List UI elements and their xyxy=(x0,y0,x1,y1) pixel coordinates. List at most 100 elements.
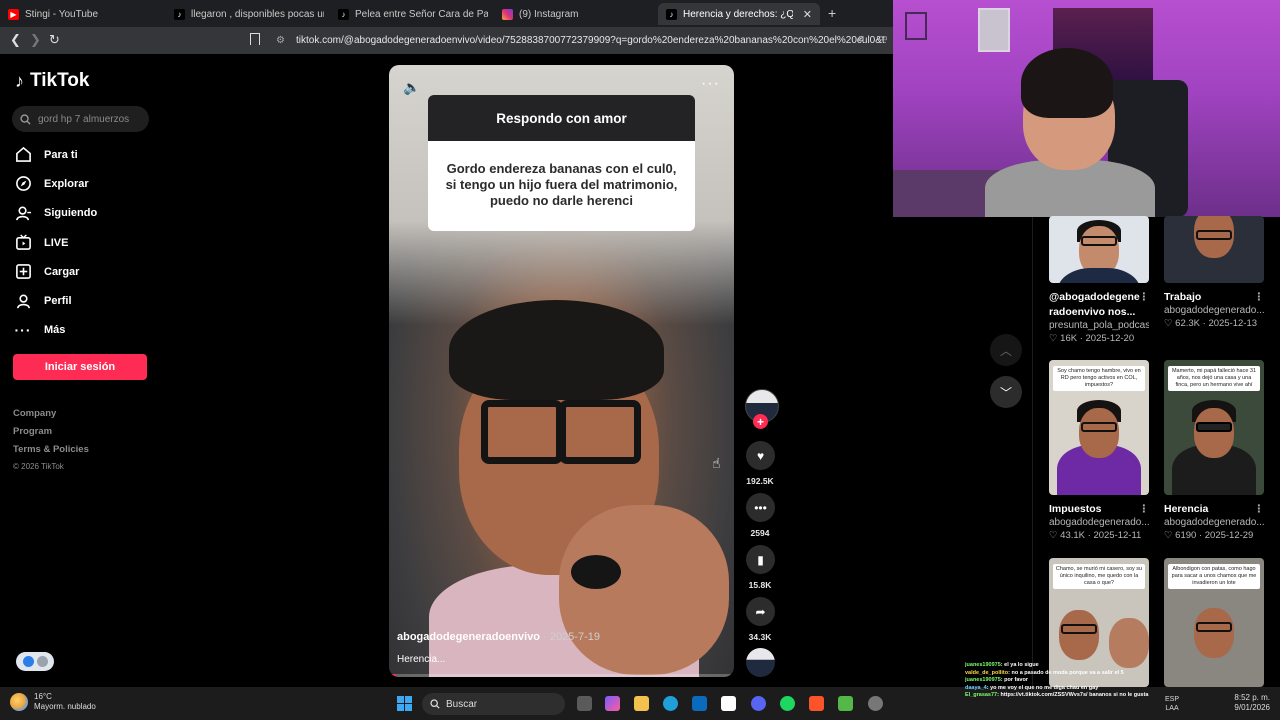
thumb-face xyxy=(1079,408,1119,458)
card-author: abogadodegenerado... xyxy=(1164,517,1264,528)
app-icon[interactable] xyxy=(838,696,853,711)
copilot-icon[interactable] xyxy=(605,696,620,711)
sidebar-item-perfil[interactable]: Perfil xyxy=(14,286,97,315)
extension-badge[interactable] xyxy=(16,652,54,671)
live-icon xyxy=(14,234,32,252)
tab-label: Stingi - YouTube xyxy=(25,8,99,20)
video-subject-hair xyxy=(449,300,664,400)
thumb-glasses xyxy=(1081,236,1117,246)
video-author[interactable]: abogadodegeneradoenvivo · 2025-7-19 xyxy=(397,631,600,643)
video-author-name: abogadodegeneradoenvivo xyxy=(397,631,541,643)
chat-message: El_grasas77: https://vt.tiktok.com/ZSSVW… xyxy=(965,692,1149,699)
sidebar-item-cargar[interactable]: Cargar xyxy=(14,257,97,286)
sidebar-item-siguiendo[interactable]: Siguiendo xyxy=(14,199,97,228)
webcam-overlay xyxy=(893,0,1280,217)
tab-youtube[interactable]: ▶ Stingi - YouTube xyxy=(8,3,158,25)
file-explorer-icon[interactable] xyxy=(634,696,649,711)
share-button[interactable]: ➦ xyxy=(746,597,775,626)
taskbar-search[interactable]: Buscar xyxy=(422,693,565,715)
new-tab-button[interactable]: + xyxy=(828,5,836,21)
like-button[interactable]: ♥ xyxy=(746,441,775,470)
previous-video-button[interactable]: ︿ xyxy=(990,334,1022,366)
home-icon xyxy=(14,146,32,164)
video-player[interactable]: 🔈 ··· Respondo con amor Gordo endereza b… xyxy=(389,65,734,677)
tiktok-logo[interactable]: ♪ TikTok xyxy=(15,70,89,92)
bookmark-icon[interactable] xyxy=(250,33,260,45)
weather-description: Mayorm. nublado xyxy=(34,702,96,711)
close-tab-icon[interactable]: ✕ xyxy=(803,8,812,21)
extension-play-icon xyxy=(22,656,34,667)
sidebar-item-label: LIVE xyxy=(44,236,69,249)
edge-icon[interactable] xyxy=(663,696,678,711)
footer-link-program[interactable]: Program xyxy=(13,426,89,444)
spotify-icon[interactable] xyxy=(780,696,795,711)
comment-button[interactable]: ••• xyxy=(746,493,775,522)
sidebar-item-live[interactable]: LIVE xyxy=(14,228,97,257)
sidebar-footer: Company Program Terms & Policies © 2026 … xyxy=(13,408,89,480)
brave-icon[interactable] xyxy=(809,696,824,711)
mouse-cursor-icon: ☝ xyxy=(712,455,721,471)
volume-icon[interactable]: 🔈 xyxy=(403,79,420,96)
video-subject-hand xyxy=(559,505,729,675)
tab-herencia-active[interactable]: ♪ Herencia y derechos: ¿Qué pu ✕ xyxy=(658,3,820,25)
video-thumbnail xyxy=(1164,216,1264,283)
tab-tiktok-1[interactable]: ♪ llegaron , disponibles pocas unidade xyxy=(174,3,324,25)
thumb-glasses xyxy=(1196,622,1232,632)
reload-icon[interactable]: ↻ xyxy=(49,32,60,48)
thumb-sunglasses xyxy=(1196,422,1232,432)
thumb-glasses xyxy=(1061,624,1097,634)
save-button[interactable]: ▮ xyxy=(746,545,775,574)
extension-power-icon xyxy=(36,656,48,667)
progress-fill xyxy=(389,674,396,677)
kebab-menu-icon[interactable]: ⋮ xyxy=(1254,290,1265,304)
task-view-icon[interactable] xyxy=(577,696,592,711)
system-clock[interactable]: 8:52 p. m. 9/01/2026 xyxy=(1228,693,1270,713)
tab-label: (9) Instagram xyxy=(519,8,579,20)
weather-temperature: 16°C xyxy=(34,692,52,701)
card-title: Herencia ⋮ xyxy=(1164,502,1265,516)
kebab-menu-icon[interactable]: ⋮ xyxy=(1254,502,1265,516)
card-author: abogadodegenerado... xyxy=(1164,305,1264,316)
sidebar-item-para-ti[interactable]: Para ti xyxy=(14,140,97,169)
sidebar-item-explorar[interactable]: Explorar xyxy=(14,169,97,198)
wall-frame xyxy=(978,8,1010,52)
next-video-button[interactable]: ﹀ xyxy=(990,376,1022,408)
kebab-menu-icon[interactable]: ⋮ xyxy=(1139,502,1150,516)
store-icon[interactable] xyxy=(721,696,736,711)
chat-message: juanes190975: el ya lo sigue xyxy=(965,662,1039,668)
login-button[interactable]: Iniciar sesión xyxy=(13,354,147,380)
search-input[interactable]: gord hp 7 almuerzos xyxy=(12,106,149,132)
comment-count: 2594 xyxy=(750,528,770,538)
sidebar-toggle-icon[interactable]: ▭ xyxy=(878,33,887,44)
site-settings-icon[interactable]: ⚙ xyxy=(276,30,285,51)
footer-link-terms[interactable]: Terms & Policies xyxy=(13,444,89,462)
outlook-icon[interactable] xyxy=(692,696,707,711)
feed-divider xyxy=(1032,217,1033,687)
related-video-card[interactable]: @abogadodegene ⋮ radoenvivo nos... presun… xyxy=(1049,216,1149,344)
forward-icon[interactable]: ❯ xyxy=(30,32,41,48)
sidebar-item-label: Para ti xyxy=(44,148,78,161)
related-video-card[interactable]: Soy chamo tengo hambre, vivo en RD pero … xyxy=(1049,360,1149,541)
related-video-card[interactable]: Trabajo ⋮ abogadodegenerado... ♡ 62.3K · … xyxy=(1164,216,1264,329)
music-disc-avatar[interactable] xyxy=(746,648,775,677)
address-bar[interactable]: ⚙ tiktok.com/@abogadodegeneradoenvivo/vi… xyxy=(268,30,886,51)
thumb-shirt xyxy=(1057,268,1141,283)
related-video-card[interactable]: Mamerto, mi papá falleció hace 31 años, … xyxy=(1164,360,1264,541)
sidebar-item-mas[interactable]: ··· Más xyxy=(14,316,97,345)
settings-icon[interactable] xyxy=(868,696,883,711)
back-icon[interactable]: ❮ xyxy=(10,32,21,48)
video-description[interactable]: Herencia... xyxy=(397,654,445,665)
tab-instagram[interactable]: (9) Instagram xyxy=(502,3,652,25)
discord-icon[interactable] xyxy=(751,696,766,711)
tab-tiktok-2[interactable]: ♪ Pelea entre Señor Cara de Papa y Eri xyxy=(338,3,488,25)
no-tracking-icon[interactable]: ⌀ xyxy=(858,33,864,44)
kebab-menu-icon[interactable]: ⋮ xyxy=(1139,290,1150,304)
footer-link-company[interactable]: Company xyxy=(13,408,89,426)
more-options-icon[interactable]: ··· xyxy=(701,75,720,93)
weather-widget[interactable]: 16°C Mayorm. nublado xyxy=(10,692,96,712)
windows-start-icon[interactable] xyxy=(397,696,412,711)
video-progress-bar[interactable] xyxy=(389,674,734,677)
instagram-icon xyxy=(502,8,513,20)
follow-button[interactable]: + xyxy=(753,414,768,429)
card-title: Trabajo ⋮ xyxy=(1164,290,1265,304)
